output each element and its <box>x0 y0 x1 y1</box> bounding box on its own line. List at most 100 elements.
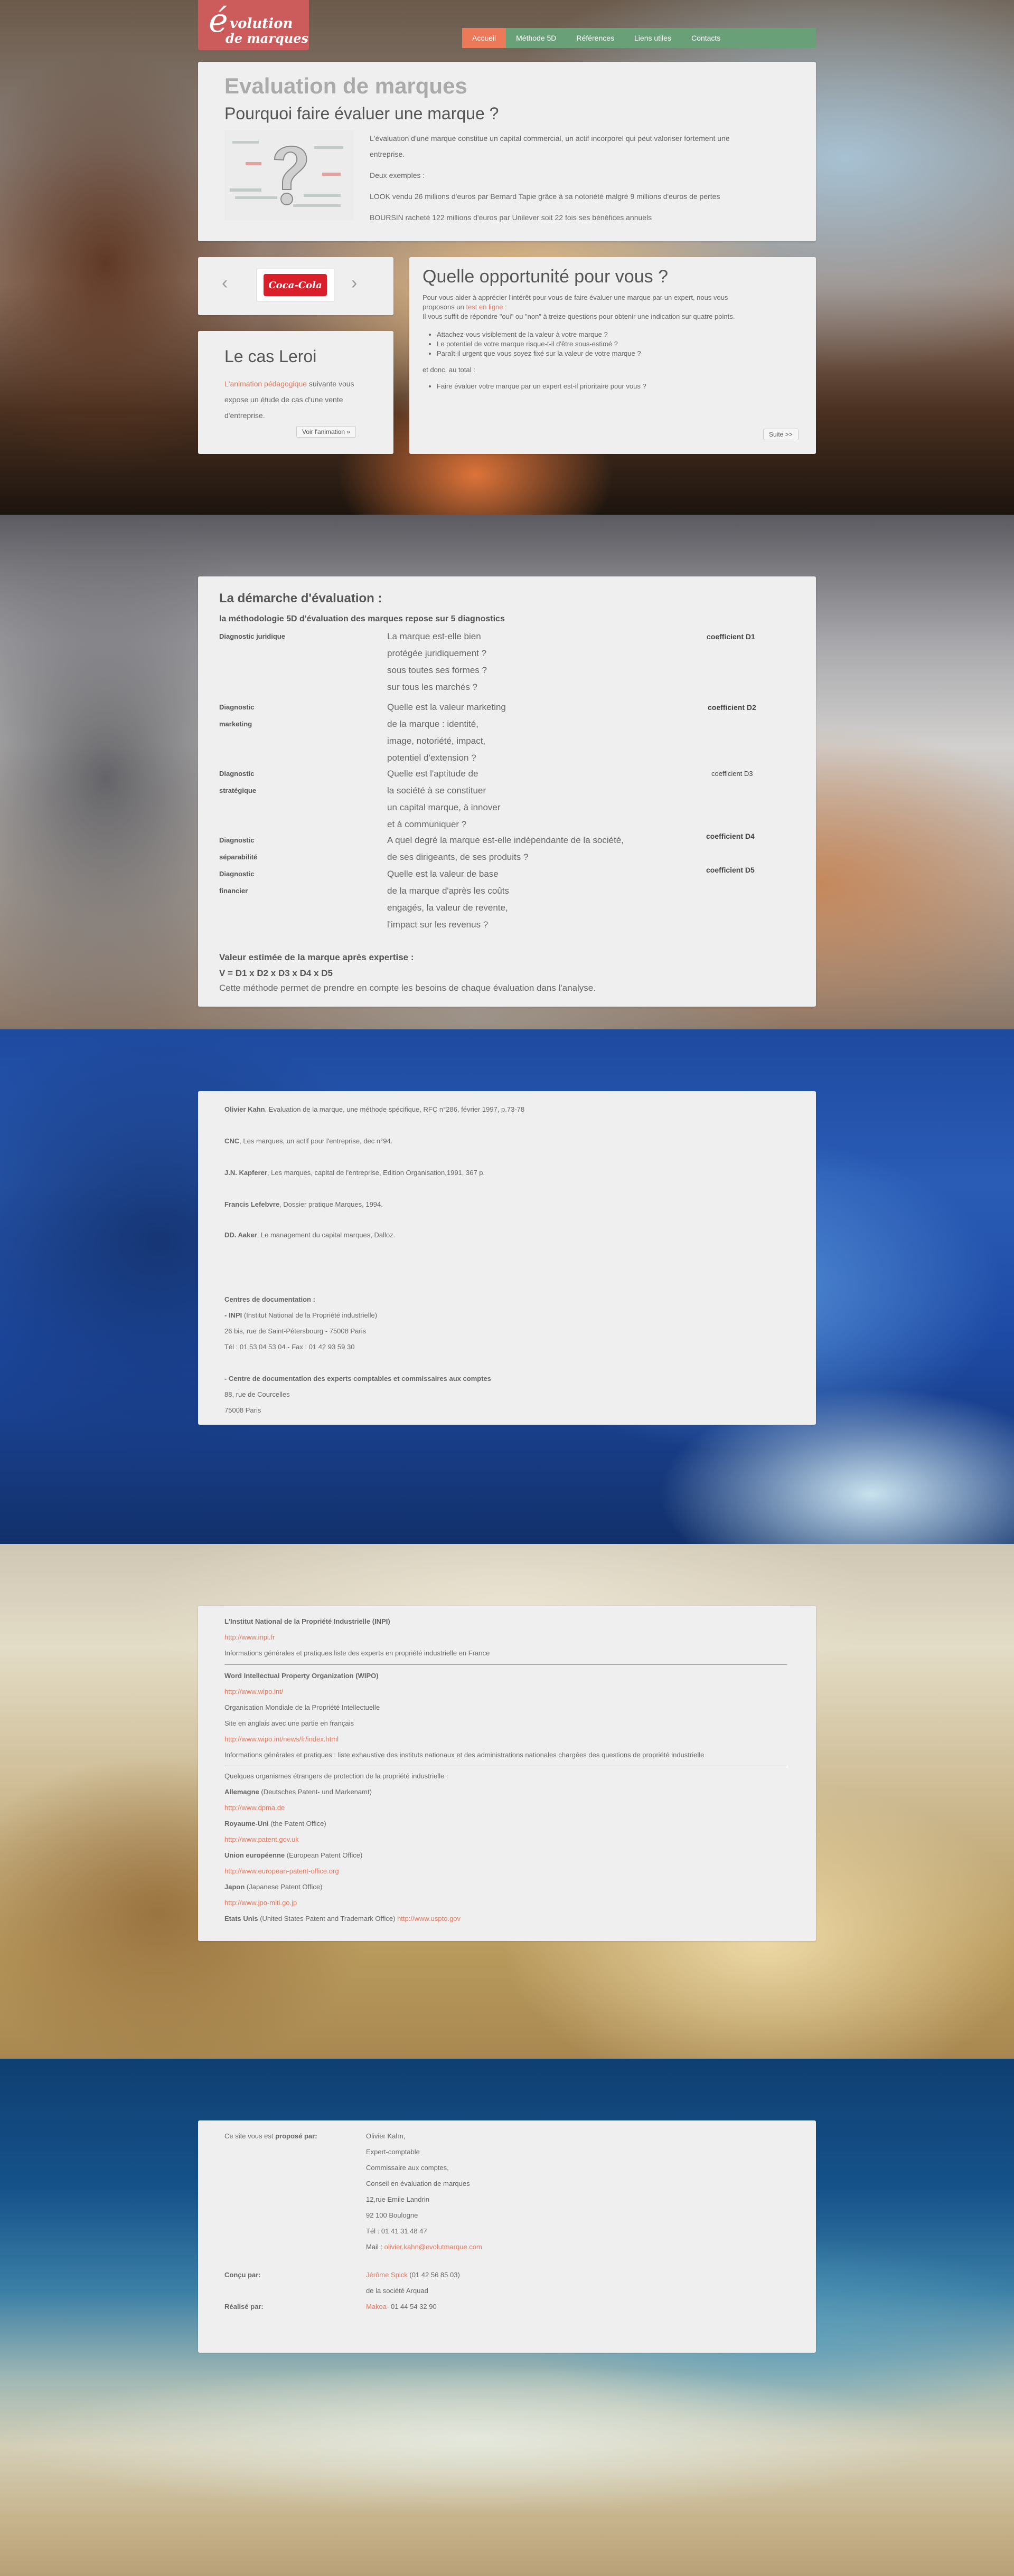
inpi-title: L'Institut National de la Propriété Indu… <box>224 1617 390 1625</box>
suite-button[interactable]: Suite >> <box>763 429 799 440</box>
japan-url-link[interactable]: http://www.jpo-miti.go.jp <box>224 1895 297 1911</box>
intro-panel: Evaluation de marques Pourquoi faire éva… <box>198 62 816 241</box>
nav-references[interactable]: Références <box>566 28 624 48</box>
coefficient: coefficient D1 <box>707 632 755 641</box>
coefficient: coefficient D3 <box>711 770 753 778</box>
intro-line-3: Deux exemples : <box>370 171 425 179</box>
proposed-by-block: Olivier Kahn, Expert-comptable Commissai… <box>366 2128 482 2255</box>
germany-url-link[interactable]: http://www.dpma.de <box>224 1800 285 1816</box>
intro-line-4: LOOK vendu 26 millions d'euros par Berna… <box>370 192 720 201</box>
diagnostic-label: Diagnostic marketing <box>219 703 255 728</box>
carousel-next-button[interactable]: › <box>351 273 357 293</box>
nav-liens[interactable]: Liens utiles <box>624 28 681 48</box>
demarche-subtitle: la méthodologie 5D d'évaluation des marq… <box>219 614 505 623</box>
japan-line: Japon (Japanese Patent Office) <box>224 1883 323 1891</box>
inpi-tel: Tél : 01 53 04 53 04 - Fax : 01 42 93 59… <box>224 1343 355 1351</box>
demarche-title: La démarche d'évaluation : <box>219 591 382 605</box>
inpi-url-link[interactable]: http://www.inpi.fr <box>224 1630 275 1645</box>
coefficient: coefficient D4 <box>706 832 755 840</box>
mail-link[interactable]: olivier.kahn@evolutmarque.com <box>384 2243 482 2251</box>
inpi-line: - INPI (Institut National de la Propriét… <box>224 1311 378 1319</box>
demarche-panel: La démarche d'évaluation : la méthodolog… <box>198 576 816 1007</box>
nav-contacts[interactable]: Contacts <box>681 28 730 48</box>
liens-panel: L'Institut National de la Propriété Indu… <box>198 1606 816 1941</box>
designed-by: Jérôme Spick (01 42 56 85 03) <box>366 2271 460 2279</box>
bullet-3: Paraît-il urgent que vous soyez fixé sur… <box>437 349 641 358</box>
diagnostic-label: Diagnostic stratégique <box>219 770 257 794</box>
question-mark-image <box>224 130 354 220</box>
leroi-title: Le cas Leroi <box>224 347 317 366</box>
opportunity-p2: proposons un test en ligne : <box>422 303 507 311</box>
designed-label: Conçu par: <box>224 2271 261 2279</box>
opportunity-total-label: et donc, au total : <box>422 366 475 374</box>
logo-carousel: ‹ Coca-Cola › <box>198 257 393 315</box>
coca-cola-wordmark: Coca-Cola <box>268 279 322 291</box>
wipo-desc-2: Site en anglais avec une partie en franç… <box>224 1719 354 1727</box>
bullet-1: Attachez-vous visiblement de la valeur à… <box>437 330 641 339</box>
diagnostic-question: Quelle est la valeur de base de la marque… <box>387 869 509 930</box>
mail-line: Mail : olivier.kahn@evolutmarque.com <box>366 2243 482 2251</box>
designer-link[interactable]: Jérôme Spick <box>366 2271 408 2279</box>
biblio-1: Olivier Kahn, Evaluation de la marque, u… <box>224 1105 525 1113</box>
references-section: Olivier Kahn, Evaluation de la marque, u… <box>0 1029 1014 1544</box>
biblio-5: DD. Aaker, Le management du capital marq… <box>224 1231 396 1239</box>
main-nav: Accueil Méthode 5D Références Liens util… <box>462 28 816 48</box>
carousel-prev-button[interactable]: ‹ <box>222 273 228 293</box>
usa-url-link[interactable]: http://www.uspto.gov <box>397 1915 461 1922</box>
logo-line-1: volution <box>230 16 293 32</box>
opportunity-total-bullets: Faire évaluer votre marque par un expert… <box>437 382 646 391</box>
intro-line-5: BOURSIN racheté 122 millions d'euros par… <box>370 213 652 222</box>
leroi-panel: Le cas Leroi L'animation pédagogique sui… <box>198 331 393 454</box>
designed-company: de la société Arquad <box>366 2287 428 2295</box>
site-logo[interactable]: é volution de marques <box>198 0 309 50</box>
result-title: Valeur estimée de la marque après expert… <box>219 952 414 962</box>
methode-section: La démarche d'évaluation : la méthodolog… <box>0 515 1014 1029</box>
nav-accueil[interactable]: Accueil <box>462 28 506 48</box>
references-panel: Olivier Kahn, Evaluation de la marque, u… <box>198 1091 816 1425</box>
coefficient: coefficient D2 <box>708 703 756 712</box>
diagnostic-label: Diagnostic financier <box>219 870 255 895</box>
wipo-url-link-2[interactable]: http://www.wipo.int/news/fr/index.html <box>224 1731 339 1747</box>
ec-address-2: 75008 Paris <box>224 1406 261 1414</box>
opportunity-title: Quelle opportunité pour vous ? <box>422 267 668 287</box>
centres-title: Centres de documentation : <box>224 1295 315 1303</box>
method-note: Cette méthode permet de prendre en compt… <box>219 983 596 993</box>
usa-line: Etats Unis (United States Patent and Tra… <box>224 1915 461 1922</box>
coefficient: coefficient D5 <box>706 866 755 874</box>
wipo-desc-3: Informations générales et pratiques : li… <box>224 1751 705 1759</box>
diagnostic-label: Diagnostic séparabilité <box>219 836 258 861</box>
foreign-title: Quelques organismes étrangers de protect… <box>224 1772 448 1780</box>
proposed-label: Ce site vous est proposé par: <box>224 2132 317 2140</box>
diagnostic-question: Quelle est la valeur marketing de la marq… <box>387 702 506 763</box>
intro-faded-title: Evaluation de marques <box>224 73 467 98</box>
uk-url-link[interactable]: http://www.patent.gov.uk <box>224 1832 299 1848</box>
nav-methode[interactable]: Méthode 5D <box>506 28 566 48</box>
eu-url-link[interactable]: http://www.european-patent-office.org <box>224 1863 339 1879</box>
bullet-2: Le potentiel de votre marque risque-t-il… <box>437 339 641 349</box>
online-test-link[interactable]: test en ligne : <box>466 303 506 311</box>
result-formula: V = D1 x D2 x D3 x D4 x D5 <box>219 968 333 978</box>
total-bullet: Faire évaluer votre marque par un expert… <box>437 382 646 391</box>
coca-cola-logo: Coca-Cola <box>256 269 334 301</box>
biblio-2: CNC, Les marques, un actif pour l'entrep… <box>224 1137 393 1145</box>
ec-title: - Centre de documentation des experts co… <box>224 1375 491 1382</box>
diagnostic-question: Quelle est l'aptitude de la société à se … <box>387 769 501 829</box>
makoa-link[interactable]: Makoa <box>366 2303 387 2310</box>
wipo-desc-1: Organisation Mondiale de la Propriété In… <box>224 1703 380 1711</box>
opportunity-bullets: Attachez-vous visiblement de la valeur à… <box>437 330 641 358</box>
diagnostic-label: Diagnostic juridique <box>219 632 285 640</box>
intro-title: Pourquoi faire évaluer une marque ? <box>224 104 499 123</box>
view-animation-button[interactable]: Voir l'animation » <box>296 426 356 438</box>
leroi-text-3: d'entreprise. <box>224 411 265 420</box>
contacts-panel: Ce site vous est proposé par: Olivier Ka… <box>198 2120 816 2353</box>
eu-line: Union européenne (European Patent Office… <box>224 1851 363 1859</box>
inpi-address: 26 bis, rue de Saint-Pétersbourg - 75008… <box>224 1327 367 1335</box>
intro-line-2: entreprise. <box>370 150 405 158</box>
hero-section: é volution de marques Accueil Méthode 5D… <box>0 0 1014 515</box>
germany-line: Allemagne (Deutsches Patent- und Markena… <box>224 1788 372 1796</box>
realised-label: Réalisé par: <box>224 2303 264 2310</box>
contacts-section: Ce site vous est proposé par: Olivier Ka… <box>0 2059 1014 2576</box>
animation-link[interactable]: L'animation pédagogique <box>224 380 307 388</box>
wipo-url-link[interactable]: http://www.wipo.int/ <box>224 1684 283 1700</box>
leroi-text-1: L'animation pédagogique suivante vous <box>224 380 354 388</box>
